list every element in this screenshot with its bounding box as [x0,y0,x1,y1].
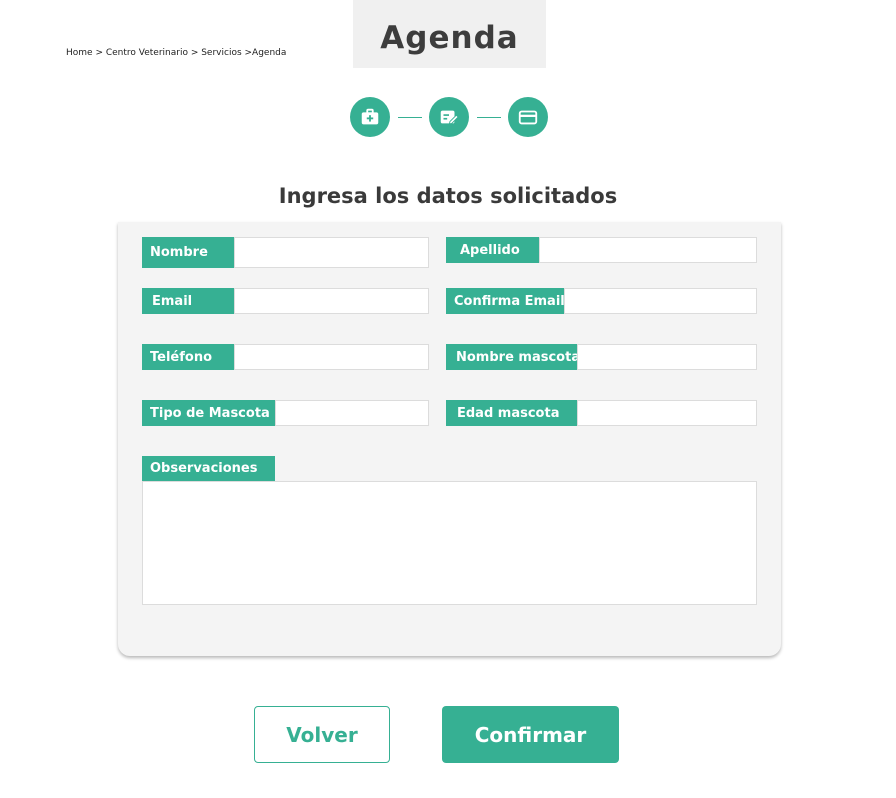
field-telefono: Teléfono [142,344,429,370]
confirma-email-input[interactable] [564,288,757,314]
step-payment[interactable] [508,97,548,137]
edad-mascota-label: Edad mascota [446,400,577,426]
edit-form-icon [440,110,459,125]
telefono-input[interactable] [234,344,429,370]
page-title: Agenda [380,20,519,56]
field-confirma-email: Confirma Email [446,288,757,314]
telefono-label: Teléfono [142,344,234,370]
page-title-box: Agenda [353,0,546,68]
apellido-label: Apellido [446,237,539,263]
field-tipo-mascota: Tipo de Mascota [142,400,429,426]
step-services[interactable] [350,97,390,137]
tipo-mascota-input[interactable] [275,400,429,426]
field-nombre-mascota: Nombre mascota [446,344,757,370]
tipo-mascota-label: Tipo de Mascota [142,400,275,426]
edad-mascota-input[interactable] [577,400,757,426]
step-connector [398,117,422,118]
field-edad-mascota: Edad mascota [446,400,757,426]
nombre-label: Nombre [142,237,234,268]
step-connector [477,117,501,118]
email-input[interactable] [234,288,429,314]
nombre-input[interactable] [234,237,429,268]
breadcrumb[interactable]: Home > Centro Veterinario > Servicios >A… [66,48,286,58]
progress-stepper [350,97,550,137]
nombre-mascota-input[interactable] [577,344,757,370]
observaciones-textarea[interactable] [142,481,757,605]
medical-kit-icon [361,108,379,125]
step-form[interactable] [429,97,469,137]
confirma-email-label: Confirma Email [446,288,565,314]
field-nombre: Nombre [142,237,429,268]
observaciones-label: Observaciones [142,456,275,481]
field-email: Email [142,288,429,314]
credit-card-icon [518,110,538,125]
back-button[interactable]: Volver [254,706,390,763]
confirm-button[interactable]: Confirmar [442,706,619,763]
apellido-input[interactable] [539,237,757,263]
email-label: Email [142,288,234,314]
form-heading: Ingresa los datos solicitados [278,184,618,208]
nombre-mascota-label: Nombre mascota [446,344,580,370]
field-apellido: Apellido [446,237,757,263]
